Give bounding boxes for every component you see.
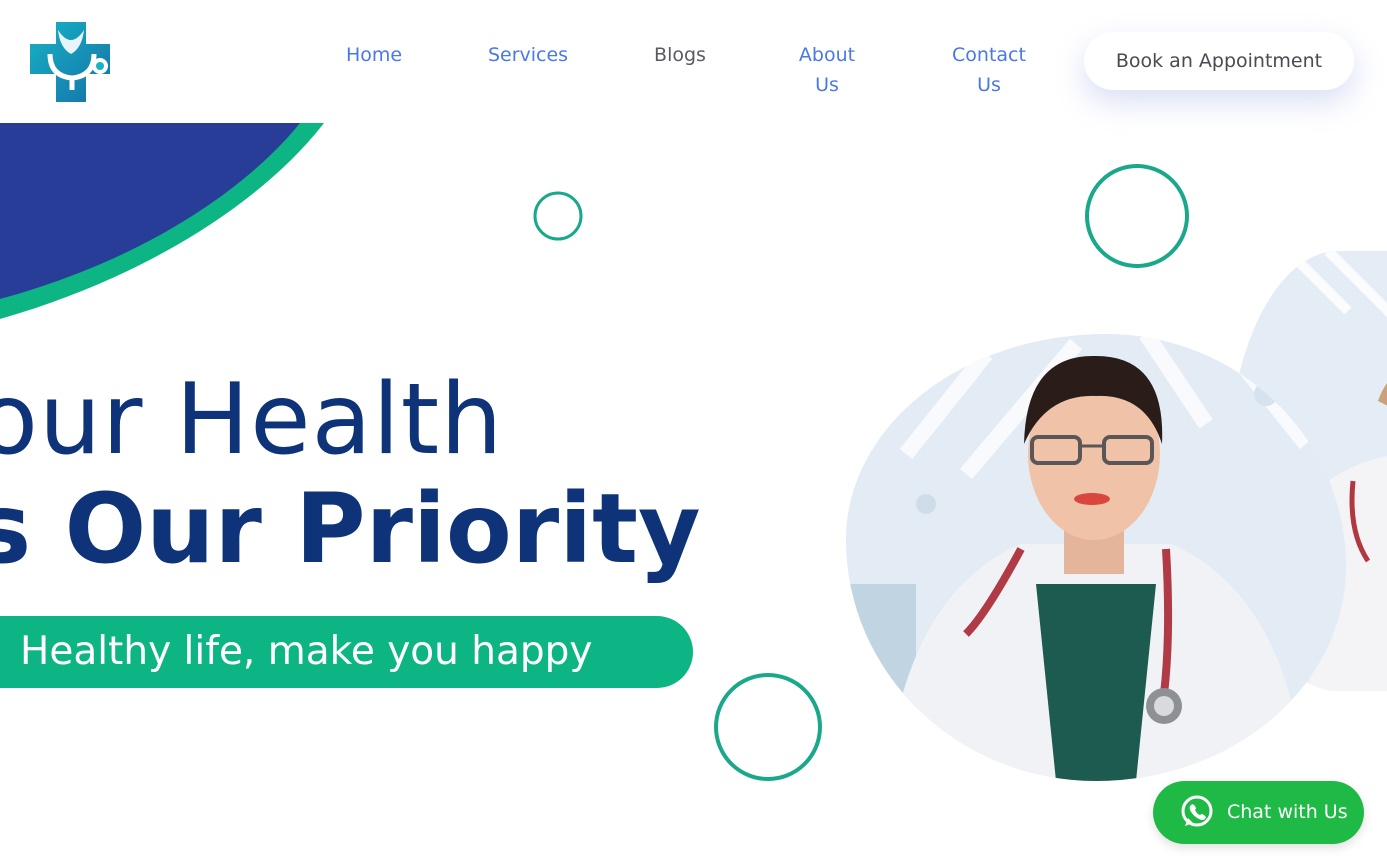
nav-contact-link[interactable]: Contact Us [940, 40, 1038, 100]
navy-blob-shape [0, 123, 300, 299]
nav-home-link[interactable]: Home [330, 40, 418, 70]
hero-banner: our Health s Our Priority Healthy life, … [0, 123, 1387, 866]
small-ring [533, 191, 583, 241]
nav-about-link[interactable]: About Us [787, 40, 867, 100]
large-ring-bottom [714, 673, 822, 781]
site-header: Home Services Blogs About Us Contact Us … [0, 0, 1387, 123]
hero-headline-line2: s Our Priority [0, 473, 701, 585]
chat-with-us-label: Chat with Us [1227, 801, 1348, 823]
hero-headline-line1: our Health [0, 363, 504, 477]
chat-with-us-button[interactable]: Chat with Us [1153, 781, 1364, 844]
book-appointment-button[interactable]: Book an Appointment [1084, 32, 1354, 90]
tagline-text: Healthy life, make you happy [20, 629, 593, 674]
logo-icon[interactable] [28, 20, 114, 104]
tagline-pill: Healthy life, make you happy [0, 616, 693, 688]
nav-services-link[interactable]: Services [474, 40, 582, 70]
large-ring-top [1085, 164, 1189, 268]
nav-blogs-link[interactable]: Blogs [640, 40, 720, 70]
whatsapp-icon [1179, 794, 1215, 830]
